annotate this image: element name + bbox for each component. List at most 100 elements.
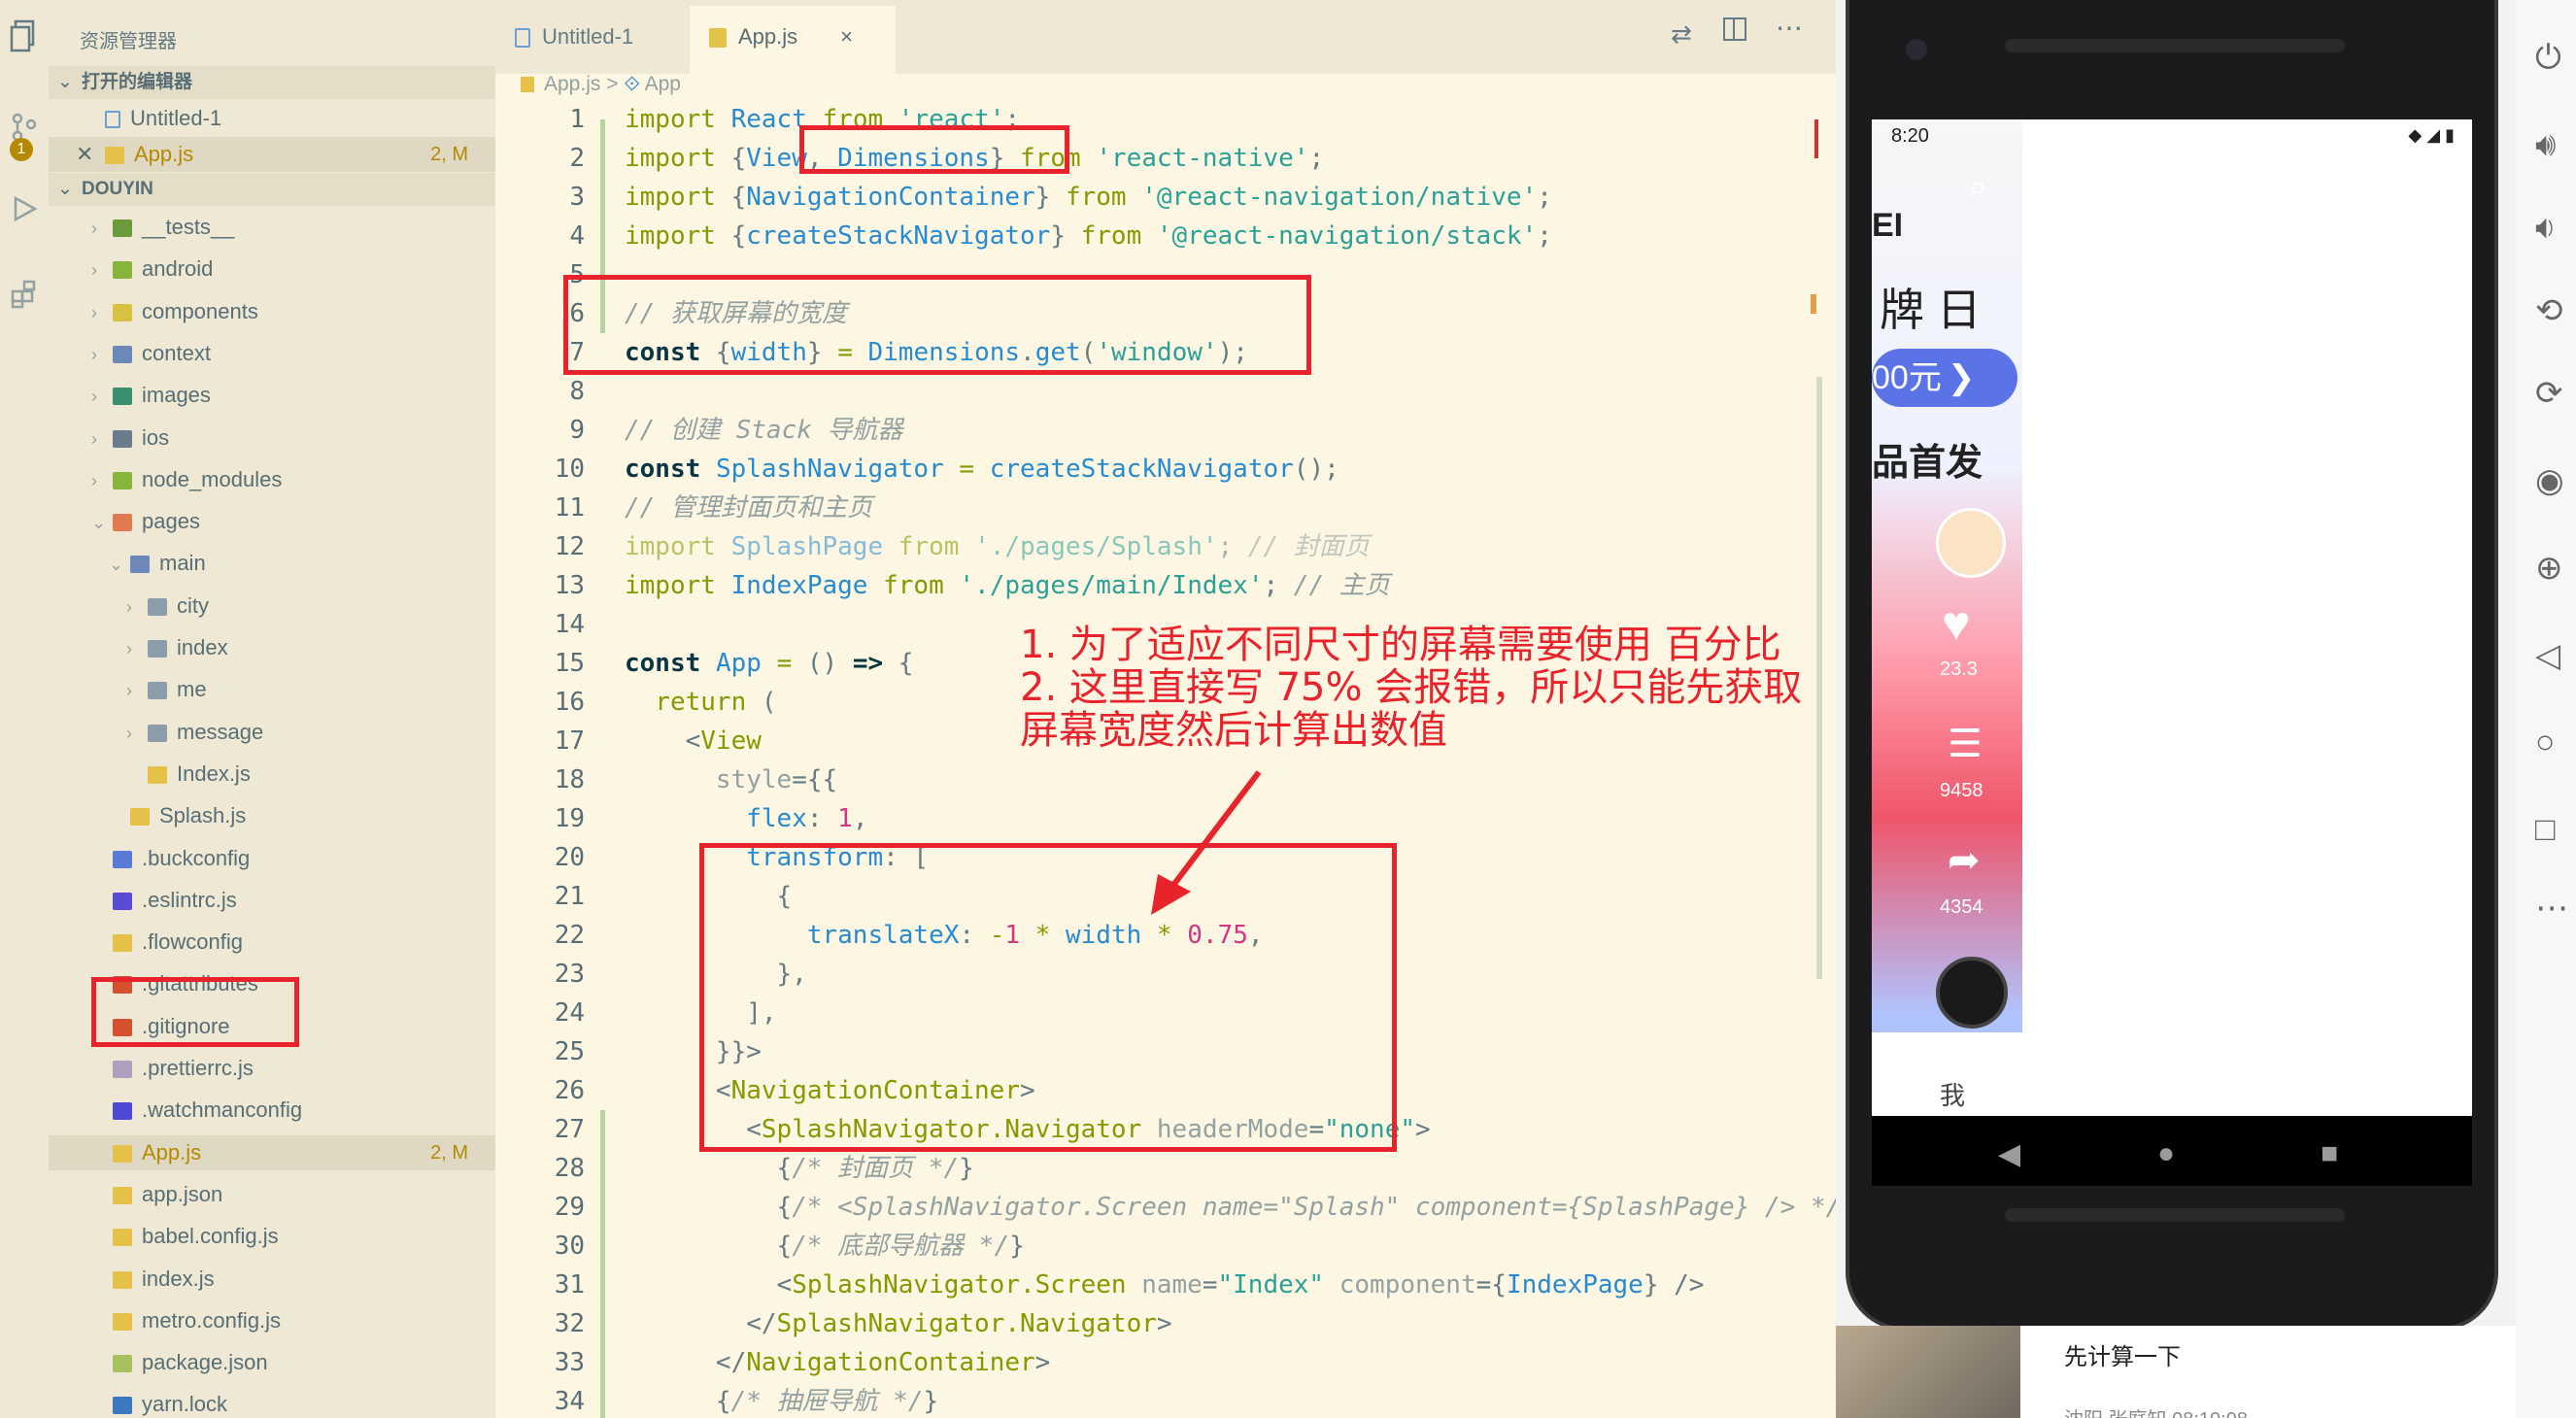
js-file-icon: [709, 28, 727, 49]
volume-up-icon[interactable]: 🔊︎: [2535, 126, 2556, 164]
folder-icon: [148, 682, 167, 700]
open-editor-item[interactable]: ✕ App.js 2, M: [49, 137, 495, 172]
tree-file[interactable]: index.js: [49, 1262, 495, 1297]
tree-folder[interactable]: › __tests__: [49, 210, 495, 245]
file-icon: [113, 1355, 132, 1373]
volume-down-icon[interactable]: 🔉︎: [2535, 209, 2556, 247]
tree-file[interactable]: Index.js: [49, 757, 495, 792]
files-icon[interactable]: [10, 19, 39, 52]
tree-file[interactable]: .prettierrc.js: [49, 1051, 495, 1086]
signal-icon: ◢: [2426, 125, 2441, 145]
avatar[interactable]: [1936, 508, 2006, 578]
annotation-note: 1. 为了适应不同尺寸的屏幕需要使用 百分比 2. 这里直接写 75% 会报错，…: [1020, 623, 1803, 753]
overview-icon[interactable]: □: [2535, 811, 2556, 849]
code-line: </SplashNavigator.Navigator>: [625, 1309, 1172, 1338]
coupon-badge[interactable]: 00元 ❯: [1872, 349, 2017, 407]
chevron-right-icon: ›: [91, 219, 97, 238]
recents-icon[interactable]: ■: [2321, 1137, 2338, 1170]
speaker-grille: [2005, 1208, 2345, 1222]
extensions-icon[interactable]: [10, 280, 39, 309]
tree-file[interactable]: .eslintrc.js: [49, 883, 495, 918]
emulator-toolbar: ⏻ 🔊︎ 🔉︎ ⟲ ⟳ ◉ ⊕ ◁ ○ □ ⋯: [2516, 0, 2576, 1418]
tree-file[interactable]: Splash.js: [49, 798, 495, 833]
line-number: 15: [554, 649, 585, 678]
open-editors-header[interactable]: ⌄ 打开的编辑器: [49, 66, 495, 99]
android-navbar: ◀ ● ■: [1872, 1116, 2472, 1186]
split-editor-icon[interactable]: [1723, 17, 1746, 41]
tree-folder[interactable]: › android: [49, 252, 495, 287]
rotate-left-icon[interactable]: ⟲: [2535, 291, 2563, 330]
tab-app-js[interactable]: App.js ×: [690, 6, 896, 74]
tree-folder[interactable]: › node_modules: [49, 462, 495, 497]
tree-file[interactable]: .watchmanconfig: [49, 1093, 495, 1128]
tree-folder[interactable]: ⌄ pages: [49, 504, 495, 539]
tree-folder[interactable]: › context: [49, 336, 495, 371]
close-icon[interactable]: ✕: [76, 137, 105, 172]
search-icon[interactable]: ⌕: [1969, 168, 1987, 206]
project-header[interactable]: ⌄ DOUYIN: [49, 173, 495, 206]
status-time: 8:20: [1891, 125, 1929, 147]
compare-icon[interactable]: ⇄: [1671, 19, 1692, 50]
home-icon[interactable]: ●: [2157, 1137, 2175, 1170]
minimap[interactable]: [1809, 100, 1824, 1418]
code-line: return (: [655, 688, 777, 717]
tab-untitled[interactable]: Untitled-1: [495, 6, 686, 74]
line-number: 28: [554, 1154, 585, 1183]
tree-file[interactable]: package.json: [49, 1345, 495, 1380]
file-icon: [113, 1271, 132, 1290]
share-icon[interactable]: ➦: [1948, 838, 1981, 883]
tree-folder[interactable]: › images: [49, 378, 495, 413]
folder-icon: [113, 261, 132, 280]
back-icon[interactable]: ◀: [1998, 1137, 2020, 1171]
home-icon[interactable]: ○: [2535, 724, 2556, 761]
chevron-right-icon: ›: [91, 303, 97, 322]
tree-file[interactable]: App.js 2, M: [49, 1135, 495, 1170]
power-icon[interactable]: ⏻: [2535, 39, 2561, 77]
tree-file[interactable]: .buckconfig: [49, 841, 495, 876]
tree-folder[interactable]: › components: [49, 294, 495, 329]
run-debug-icon[interactable]: [10, 194, 39, 223]
tree-folder[interactable]: › me: [49, 672, 495, 707]
zoom-icon[interactable]: ⊕: [2535, 549, 2563, 588]
phone-screen[interactable]: ⌕ EI 牌 日 00元 ❯ 品首发 ♥ 23.3 ☰ 9458 ➦ 4354 我…: [1872, 119, 2472, 1116]
close-icon[interactable]: ×: [840, 24, 853, 49]
tree-file[interactable]: yarn.lock: [49, 1387, 495, 1418]
tree-file[interactable]: babel.config.js: [49, 1219, 495, 1254]
chevron-right-icon: ›: [91, 429, 97, 449]
back-icon[interactable]: ◁: [2535, 636, 2560, 675]
chevron-down-icon: ⌄: [91, 513, 107, 532]
editor-tabs: Untitled-1 App.js × ⇄ ⋯: [495, 0, 1836, 74]
folder-icon: [148, 725, 167, 743]
tree-file[interactable]: metro.config.js: [49, 1303, 495, 1338]
code-editor[interactable]: 1 2 3 4 5 6 7 8 9 10 11 12 13 14 15 16 17 18 19 20 21 22 23 24 2…: [495, 100, 1836, 1418]
tree-file[interactable]: app.json: [49, 1177, 495, 1212]
tree-folder[interactable]: › ios: [49, 421, 495, 456]
more-icon[interactable]: ⋯: [1776, 12, 1803, 44]
code-line: import {createStackNavigator} from '@rea…: [625, 221, 1552, 251]
open-editor-item[interactable]: Untitled-1: [49, 101, 495, 136]
file-icon: [113, 1145, 132, 1164]
comment-icon[interactable]: ☰: [1948, 722, 1983, 766]
tree-file[interactable]: .flowconfig: [49, 925, 495, 960]
tree-folder[interactable]: › message: [49, 715, 495, 750]
tab-me[interactable]: 我: [1940, 1076, 1965, 1112]
heart-icon[interactable]: ♥: [1942, 595, 1971, 652]
music-disc[interactable]: [1936, 957, 2008, 1029]
screenshot-icon[interactable]: ◉: [2535, 461, 2564, 500]
code-line: // 创建 Stack 导航器: [625, 416, 903, 445]
code-line: <SplashNavigator.Screen name="Index" com…: [625, 1270, 1705, 1300]
tree-folder[interactable]: ⌄ main: [49, 546, 495, 581]
folder-icon: [113, 514, 132, 532]
line-number: 10: [554, 455, 585, 484]
file-icon: [113, 1187, 132, 1205]
app-content[interactable]: ⌕ EI 牌 日 00元 ❯ 品首发 ♥ 23.3 ☰ 9458 ➦ 4354 我: [1872, 119, 2022, 1116]
tree-folder[interactable]: › city: [49, 589, 495, 624]
more-icon[interactable]: ⋯: [2535, 889, 2568, 928]
line-number: 8: [569, 377, 585, 406]
file-icon: [113, 1061, 132, 1079]
tree-folder[interactable]: › index: [49, 630, 495, 665]
line-number: 33: [554, 1348, 585, 1377]
chevron-right-icon: ›: [126, 724, 132, 743]
rotate-right-icon[interactable]: ⟳: [2535, 374, 2563, 413]
git-gutter: [600, 1110, 605, 1418]
